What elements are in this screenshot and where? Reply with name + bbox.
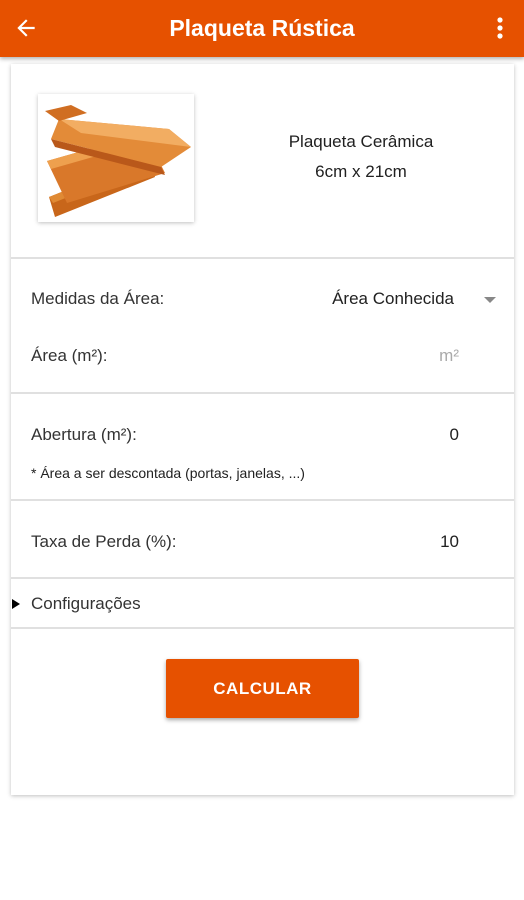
divider xyxy=(11,392,514,394)
overflow-menu-button[interactable] xyxy=(490,14,510,42)
area-label: Área (m²): xyxy=(31,346,108,365)
dropdown-arrow-icon xyxy=(484,297,496,303)
expand-arrow-icon xyxy=(12,599,20,609)
settings-expander[interactable]: Configurações xyxy=(11,580,514,626)
product-size: 6cm x 21cm xyxy=(315,162,407,181)
area-mode-value: Área Conhecida xyxy=(332,289,454,308)
area-mode-select[interactable]: Área Conhecida xyxy=(301,279,506,319)
divider xyxy=(11,257,514,259)
area-input[interactable]: m² xyxy=(341,346,459,366)
loss-rate-input[interactable]: 10 xyxy=(341,532,459,552)
ceramic-tile-image xyxy=(45,105,191,217)
opening-label: Abertura (m²): xyxy=(31,425,137,444)
more-vert-icon xyxy=(497,17,503,39)
app-bar: Plaqueta Rústica xyxy=(0,0,524,57)
divider xyxy=(11,577,514,579)
divider xyxy=(11,627,514,629)
product-name: Plaqueta Cerâmica xyxy=(288,132,434,151)
calculate-button[interactable]: CALCULAR xyxy=(166,659,359,718)
calculator-card: Plaqueta Cerâmica 6cm x 21cm Medidas da … xyxy=(11,64,514,795)
opening-input[interactable]: 0 xyxy=(341,425,459,445)
area-measure-label: Medidas da Área: xyxy=(31,289,165,308)
app-title: Plaqueta Rústica xyxy=(169,15,355,41)
divider xyxy=(11,499,514,501)
loss-rate-label: Taxa de Perda (%): xyxy=(31,532,177,551)
settings-label: Configurações xyxy=(31,594,141,613)
opening-note: * Área a ser descontada (portas, janelas… xyxy=(31,465,305,481)
product-image xyxy=(38,94,194,222)
